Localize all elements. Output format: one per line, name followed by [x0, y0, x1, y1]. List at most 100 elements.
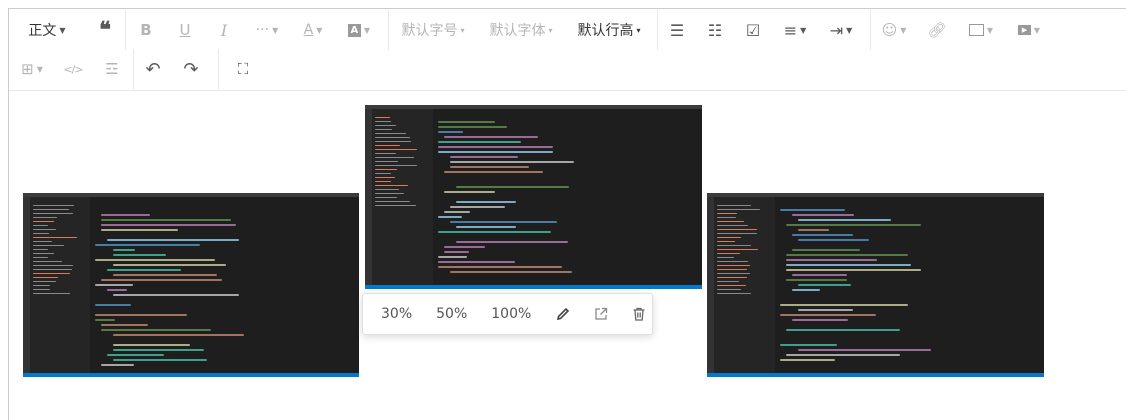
split-line-button[interactable]: ☲	[91, 49, 133, 89]
insert-video-button[interactable]: ▶ ▼	[1005, 10, 1053, 50]
code-line	[437, 146, 553, 148]
code-line	[107, 239, 240, 241]
code-line	[95, 284, 134, 286]
code-line	[95, 244, 201, 246]
sidebar-line	[375, 149, 417, 150]
numbered-list-button[interactable]: ☷	[696, 10, 734, 50]
image-icon	[968, 24, 984, 36]
insert-link-button[interactable]: 🔗︎	[917, 10, 957, 50]
sidebar-line	[33, 213, 73, 214]
sidebar-line	[33, 253, 54, 254]
code-line	[455, 201, 516, 203]
inserted-image-right[interactable]	[707, 193, 1044, 377]
sidebar-line	[717, 233, 757, 234]
more-icon: ···	[255, 22, 270, 38]
code-line	[785, 354, 900, 356]
sidebar-line	[33, 233, 49, 234]
code-line	[101, 224, 237, 226]
code-line	[107, 269, 182, 271]
italic-button[interactable]: I	[204, 10, 244, 50]
sidebar-line	[375, 117, 390, 118]
sidebar-line	[33, 249, 48, 250]
code-area	[95, 203, 353, 369]
sidebar-line	[33, 221, 54, 222]
blockquote-button[interactable]: ❝	[85, 10, 125, 50]
sidebar-line	[33, 289, 50, 290]
underline-button[interactable]: U	[166, 10, 204, 50]
redo-button[interactable]: ↷	[172, 49, 210, 89]
edit-image-button[interactable]	[555, 306, 571, 322]
line-height-label: 默认行高	[577, 23, 634, 39]
code-line	[437, 141, 521, 143]
font-size-select[interactable]: 默认字号 ▾	[389, 10, 477, 50]
chevron-down-icon: ▼	[986, 25, 994, 35]
width-30-button[interactable]: 30%	[381, 306, 412, 322]
file-sidebar	[714, 197, 775, 373]
sidebar-line	[717, 205, 751, 206]
width-100-button[interactable]: 100%	[491, 306, 531, 322]
bold-button[interactable]: B	[126, 10, 166, 50]
chevron-down-icon: ▼	[1033, 25, 1041, 35]
code-line	[95, 259, 216, 261]
editor-content[interactable]	[9, 91, 1126, 420]
numbered-list-icon: ☷	[707, 20, 723, 40]
code-line	[437, 256, 467, 258]
justify-button[interactable]: ≡ ▼	[772, 10, 818, 50]
code-line	[443, 246, 485, 248]
sidebar-line	[717, 209, 760, 210]
more-style-button[interactable]: ··· ▼	[244, 10, 290, 50]
code-line	[785, 279, 847, 281]
sidebar-line	[717, 217, 736, 218]
link-icon: 🔗︎	[927, 21, 947, 39]
chevron-down-icon: ▼	[363, 25, 371, 35]
code-line	[791, 249, 860, 251]
inserted-image-left[interactable]	[23, 193, 359, 377]
code-line	[101, 229, 179, 231]
background-color-button[interactable]: A ▼	[336, 10, 382, 50]
width-50-button[interactable]: 50%	[436, 306, 467, 322]
chevron-down-icon: ▾	[460, 25, 465, 35]
background-color-icon: A	[347, 23, 361, 37]
undo-button[interactable]: ↶	[134, 49, 172, 89]
insert-image-button[interactable]: ▼	[957, 10, 1005, 50]
sidebar-line	[33, 205, 74, 206]
font-family-select[interactable]: 默认字体 ▾	[477, 10, 565, 50]
heading-select[interactable]: 正文 ▼	[9, 10, 85, 50]
pencil-icon	[557, 307, 570, 321]
line-height-select[interactable]: 默认行高 ▾	[565, 10, 653, 50]
sidebar-line	[717, 261, 748, 262]
chevron-down-icon: ▼	[800, 25, 807, 35]
font-color-button[interactable]: A ▼	[290, 10, 336, 50]
insert-table-button[interactable]: ⊞ ▼	[9, 49, 55, 89]
delete-image-button[interactable]	[631, 306, 647, 322]
code-line	[443, 251, 469, 253]
sidebar-line	[33, 277, 58, 278]
sidebar-line	[717, 273, 750, 274]
code-block-button[interactable]: </>	[55, 49, 91, 89]
emotion-button[interactable]: ☺ ▼	[871, 10, 917, 50]
code-line	[779, 209, 845, 211]
code-area	[779, 203, 1038, 369]
todo-button[interactable]: ☑	[734, 10, 772, 50]
fullscreen-button[interactable]: ⛶	[219, 49, 267, 89]
code-line	[797, 309, 853, 311]
code-line	[443, 171, 543, 173]
code-line	[437, 266, 562, 268]
inserted-image-selected[interactable]	[365, 105, 702, 289]
table-icon: ⊞	[21, 60, 34, 78]
sidebar-line	[717, 269, 747, 270]
code-line	[101, 324, 149, 326]
code-line	[437, 261, 515, 263]
code-line	[113, 344, 191, 346]
code-line	[443, 211, 470, 213]
code-line	[101, 219, 232, 221]
code-line	[797, 284, 851, 286]
chevron-down-icon: ▼	[316, 25, 323, 35]
code-icon: </>	[63, 62, 83, 76]
sidebar-line	[375, 137, 410, 138]
open-image-button[interactable]	[593, 306, 609, 322]
bullet-list-button[interactable]: ☰	[658, 10, 696, 50]
indent-button[interactable]: ⇥ ▼	[818, 10, 864, 50]
sidebar-line	[375, 201, 410, 202]
code-line	[107, 354, 165, 356]
